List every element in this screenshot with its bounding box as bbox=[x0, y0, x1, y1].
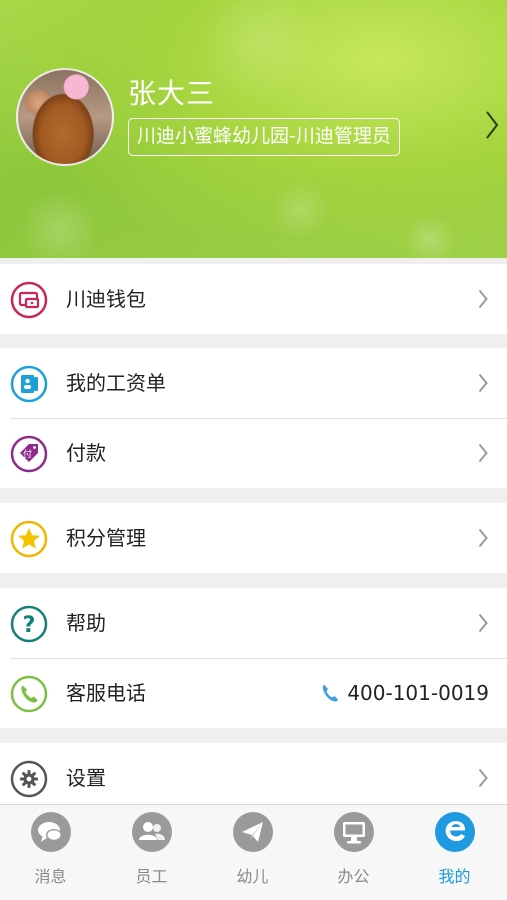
chevron-right-icon bbox=[478, 443, 488, 463]
tab-messages[interactable]: 消息 bbox=[0, 805, 101, 900]
menu-item-help[interactable]: ? 帮助 bbox=[0, 588, 507, 658]
menu-label: 客服电话 bbox=[66, 681, 146, 705]
organization-badge: 川迪小蜜蜂幼儿园-川迪管理员 bbox=[128, 118, 400, 156]
menu-label: 设置 bbox=[66, 766, 106, 790]
paper-plane-icon bbox=[233, 812, 273, 852]
menu-label: 付款 bbox=[66, 441, 106, 465]
pay-tag-icon: 付 bbox=[10, 435, 48, 473]
phone-number: 400-101-0019 bbox=[347, 681, 489, 705]
menu-group-wallet: 川迪钱包 bbox=[0, 264, 507, 334]
chevron-right-icon bbox=[478, 528, 488, 548]
tab-label: 幼儿 bbox=[236, 867, 269, 886]
chevron-right-icon bbox=[478, 768, 488, 788]
phone-icon bbox=[10, 675, 48, 713]
chevron-right-icon bbox=[478, 613, 488, 633]
wallet-icon bbox=[10, 281, 48, 319]
tab-office[interactable]: 办公 bbox=[303, 805, 404, 900]
bottom-tab-bar: 消息 员工 幼儿 办公 我的 bbox=[0, 804, 507, 900]
avatar[interactable] bbox=[16, 68, 114, 166]
question-icon: ? bbox=[10, 605, 48, 643]
menu-label: 我的工资单 bbox=[66, 371, 166, 395]
tab-children[interactable]: 幼儿 bbox=[202, 805, 303, 900]
me-icon bbox=[435, 812, 475, 852]
menu-item-settings[interactable]: 设置 bbox=[0, 743, 507, 813]
menu-item-points[interactable]: 积分管理 bbox=[0, 503, 507, 573]
chevron-right-icon bbox=[478, 289, 488, 309]
chevron-right-icon bbox=[478, 373, 488, 393]
menu-group-points: 积分管理 bbox=[0, 503, 507, 573]
chevron-right-icon[interactable] bbox=[485, 110, 499, 140]
menu-item-service-phone[interactable]: 客服电话 400-101-0019 bbox=[0, 658, 507, 728]
service-phone[interactable]: 400-101-0019 bbox=[321, 658, 489, 728]
star-icon bbox=[10, 520, 48, 558]
tab-label: 员工 bbox=[135, 867, 168, 886]
tab-label: 消息 bbox=[34, 867, 67, 886]
menu-item-payslip[interactable]: 我的工资单 bbox=[0, 348, 507, 418]
menu-item-payment[interactable]: 付 付款 bbox=[0, 418, 507, 488]
tab-staff[interactable]: 员工 bbox=[101, 805, 202, 900]
phone-handset-icon bbox=[323, 684, 339, 702]
menu-label: 帮助 bbox=[66, 611, 106, 635]
payslip-icon bbox=[10, 365, 48, 403]
tab-me[interactable]: 我的 bbox=[404, 805, 505, 900]
menu-group-settings: 设置 bbox=[0, 743, 507, 813]
menu-group-support: ? 帮助 客服电话 400-101-0019 bbox=[0, 588, 507, 728]
staff-icon bbox=[132, 812, 172, 852]
menu-label: 川迪钱包 bbox=[66, 287, 146, 311]
tab-label: 我的 bbox=[438, 867, 471, 886]
menu-item-wallet[interactable]: 川迪钱包 bbox=[0, 264, 507, 334]
profile-header[interactable]: 张大三 川迪小蜜蜂幼儿园-川迪管理员 bbox=[0, 0, 507, 258]
chat-icon bbox=[31, 812, 71, 852]
gear-icon bbox=[10, 760, 48, 798]
monitor-icon bbox=[334, 812, 374, 852]
profile-name: 张大三 bbox=[128, 77, 216, 110]
help-glyph: ? bbox=[23, 613, 36, 638]
tab-label: 办公 bbox=[337, 867, 370, 886]
pay-badge-text: 付 bbox=[23, 449, 32, 460]
menu-label: 积分管理 bbox=[66, 526, 146, 550]
menu-group-finance: 我的工资单 付 付款 bbox=[0, 348, 507, 488]
